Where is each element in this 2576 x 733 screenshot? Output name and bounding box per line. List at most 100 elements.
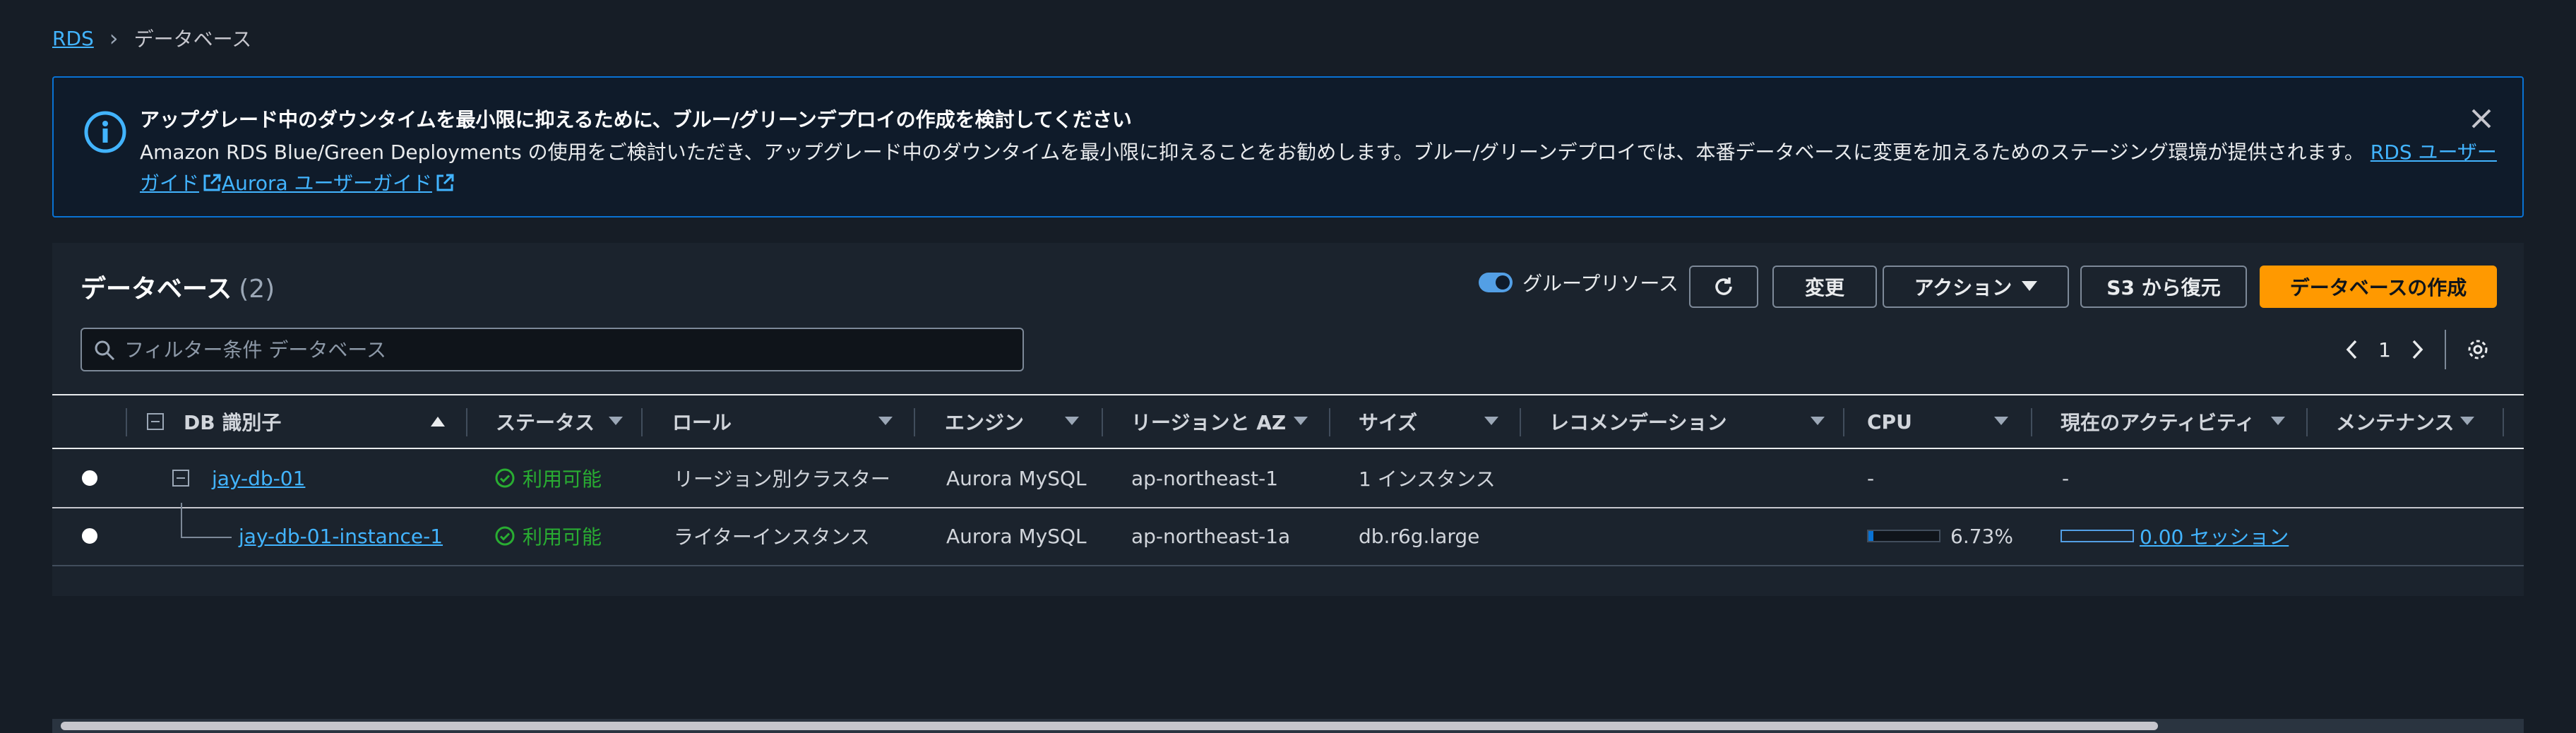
sort-icon[interactable]: [2271, 417, 2285, 425]
toggle-switch[interactable]: [1479, 273, 1513, 292]
sort-icon[interactable]: [1994, 417, 2008, 425]
header-cpu[interactable]: CPU: [1867, 395, 1912, 448]
group-resources-toggle[interactable]: グループリソース: [1479, 268, 1678, 297]
header-role[interactable]: ロール: [672, 395, 732, 448]
cpu-cell: -: [1867, 466, 1875, 490]
database-count: (2): [239, 275, 275, 304]
group-resources-label: グループリソース: [1522, 272, 1678, 295]
table-row: jay-db-01 利用可能 リージョン別クラスター Aurora MySQL …: [52, 449, 2524, 508]
column-separator: [1102, 408, 1103, 436]
create-database-label: データベースの作成: [2289, 276, 2467, 299]
aurora-user-guide-label: Aurora ユーザーガイド: [222, 172, 432, 195]
scrollbar-thumb[interactable]: [61, 722, 2158, 730]
databases-panel: データベース (2) グループリソース 変更 アクション S3 から復元 データベ…: [52, 243, 2524, 733]
activity-cell: -: [2062, 466, 2070, 490]
row-select-radio[interactable]: [82, 507, 97, 565]
horizontal-scrollbar[interactable]: [52, 719, 2524, 733]
page-number[interactable]: 1: [2378, 338, 2391, 362]
radio-button[interactable]: [82, 470, 97, 486]
status-text: 利用可能: [523, 467, 602, 491]
collapse-icon: [147, 413, 164, 430]
header-db-id[interactable]: DB 識別子: [184, 395, 281, 448]
database-filter[interactable]: [80, 328, 1024, 371]
sort-icon[interactable]: [878, 417, 893, 425]
modify-button[interactable]: 変更: [1772, 266, 1877, 308]
column-separator: [1520, 408, 1521, 436]
modify-label: 変更: [1804, 276, 1844, 299]
engine-cell: Aurora MySQL: [946, 466, 1087, 490]
restore-from-s3-button[interactable]: S3 から復元: [2080, 266, 2247, 308]
column-separator: [1329, 408, 1330, 436]
banner-title: アップグレード中のダウンタイムを最小限に抑えるために、ブルー/グリーンデプロイの…: [140, 108, 1132, 131]
cpu-usage-fill: [1868, 531, 1873, 541]
sort-icon[interactable]: [1065, 417, 1079, 425]
sort-ascending-icon[interactable]: [431, 417, 445, 427]
table-header-row: DB 識別子 ステータス ロール エンジン リージョンと AZ サイズ レコメン…: [52, 394, 2524, 449]
header-region-az[interactable]: リージョンと AZ: [1131, 395, 1286, 448]
chevron-left-icon[interactable]: [2344, 338, 2359, 361]
size-cell: db.r6g.large: [1359, 524, 1480, 548]
breadcrumb-rds-link[interactable]: RDS: [52, 27, 94, 50]
banner-body: Amazon RDS Blue/Green Deployments の使用をご検…: [140, 137, 2512, 199]
radio-button[interactable]: [82, 528, 97, 544]
column-separator: [914, 408, 915, 436]
db-identifier-link[interactable]: jay-db-01: [212, 449, 305, 507]
external-link-icon: [203, 174, 221, 191]
column-separator: [2503, 408, 2504, 436]
refresh-button[interactable]: [1689, 266, 1758, 308]
sort-icon[interactable]: [609, 417, 623, 425]
engine-cell: Aurora MySQL: [946, 524, 1087, 548]
row-select-radio[interactable]: [82, 449, 97, 507]
panel-title-text: データベース: [80, 275, 232, 304]
status-text: 利用可能: [523, 525, 602, 549]
cpu-value: 6.73%: [1950, 524, 2013, 548]
settings-gear-icon[interactable]: [2466, 338, 2490, 362]
activity-cell: 0.00 セッション: [2061, 507, 2289, 565]
chevron-right-icon[interactable]: [2411, 338, 2425, 361]
activity-sessions-link[interactable]: 0.00 セッション: [2140, 522, 2289, 550]
header-engine[interactable]: エンジン: [945, 395, 1024, 448]
status-cell: 利用可能: [494, 507, 602, 565]
region-cell: ap-northeast-1: [1131, 466, 1279, 490]
blue-green-info-banner: アップグレード中のダウンタイムを最小限に抑えるために、ブルー/グリーンデプロイの…: [52, 76, 2524, 217]
column-separator: [2031, 408, 2032, 436]
header-current-activity[interactable]: 現在のアクティビティ: [2061, 395, 2255, 448]
refresh-icon: [1715, 278, 1732, 295]
column-separator: [126, 408, 127, 436]
aurora-user-guide-link[interactable]: Aurora ユーザーガイド: [222, 172, 455, 195]
cpu-cell: 6.73%: [1867, 507, 2013, 565]
pager-divider: [2445, 330, 2446, 369]
header-status[interactable]: ステータス: [496, 395, 595, 448]
filter-input[interactable]: [123, 337, 1001, 362]
create-database-button[interactable]: データベースの作成: [2260, 266, 2497, 308]
sort-icon[interactable]: [1484, 417, 1498, 425]
header-recommendations[interactable]: レコメンデーション: [1549, 395, 1727, 448]
table-row: jay-db-01-instance-1 利用可能 ライターインスタンス Aur…: [52, 503, 2524, 566]
actions-dropdown-button[interactable]: アクション: [1883, 266, 2069, 308]
sort-icon[interactable]: [1294, 417, 1308, 425]
role-cell: リージョン別クラスター: [674, 467, 890, 491]
region-cell: ap-northeast-1a: [1131, 524, 1291, 548]
activity-bar: [2061, 530, 2134, 542]
pagination: 1: [2344, 328, 2490, 371]
sort-icon[interactable]: [2460, 417, 2474, 425]
restore-label: S3 から復元: [2106, 276, 2221, 299]
collapse-group-toggle[interactable]: [172, 449, 189, 507]
role-cell: ライターインスタンス: [674, 525, 870, 549]
info-icon: [84, 111, 126, 153]
check-circle-icon: [495, 526, 515, 546]
db-identifier-link[interactable]: jay-db-01-instance-1: [239, 507, 443, 565]
breadcrumb: RDS › データベース: [52, 24, 251, 52]
column-separator: [641, 408, 643, 436]
header-size[interactable]: サイズ: [1359, 395, 1417, 448]
expand-all-toggle[interactable]: [147, 395, 164, 448]
close-icon[interactable]: [2467, 105, 2496, 133]
chevron-right-icon: ›: [109, 25, 119, 52]
actions-label: アクション: [1914, 276, 2012, 299]
external-link-icon: [436, 174, 454, 191]
column-separator: [1843, 408, 1844, 436]
search-icon: [95, 340, 115, 361]
sort-icon[interactable]: [1811, 417, 1825, 425]
header-maintenance[interactable]: メンテナンス: [2336, 395, 2454, 448]
check-circle-icon: [495, 468, 515, 488]
